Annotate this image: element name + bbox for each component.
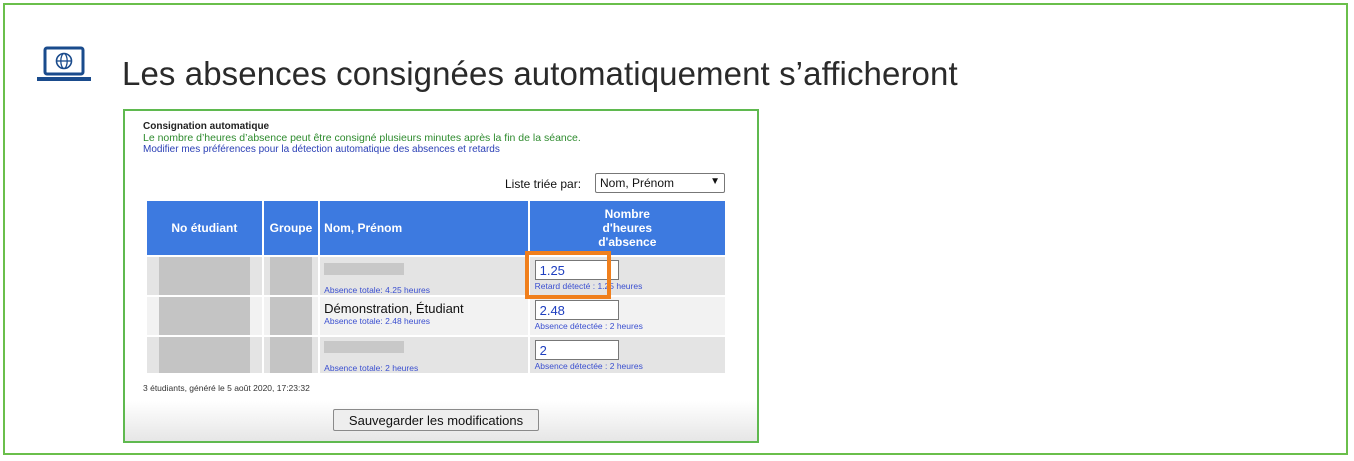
student-name: Démonstration, Étudiant <box>324 301 464 316</box>
preferences-link[interactable]: Modifier mes préférences pour la détecti… <box>143 144 500 155</box>
student-no-cell <box>147 297 262 335</box>
header-hours[interactable]: Nombre d'heures d'absence <box>529 201 725 255</box>
generation-footer: 3 étudiants, généré le 5 août 2020, 17:2… <box>143 383 310 393</box>
redacted-group <box>269 337 313 373</box>
header-student-no[interactable]: No étudiant <box>147 201 262 255</box>
sort-label: Liste triée par: <box>505 177 582 191</box>
detection-note: Retard détecté : 1.25 heures <box>534 281 643 291</box>
slide-heading: Les absences consignées automatiquement … <box>122 55 958 92</box>
hours-input[interactable] <box>534 260 619 280</box>
save-button[interactable]: Sauvegarder les modifications <box>333 409 539 431</box>
redacted-name <box>324 263 405 275</box>
redacted-student-no <box>159 257 250 295</box>
student-no-cell <box>147 337 262 373</box>
slide-frame: Les absences consignées automatiquement … <box>3 3 1348 455</box>
hours-cell: Absence détectée : 2 heures <box>529 337 725 373</box>
chevron-down-icon: ▼ <box>710 176 720 187</box>
redacted-student-no <box>159 297 250 335</box>
redacted-group <box>269 297 313 335</box>
detection-note: Absence détectée : 2 heures <box>534 321 643 331</box>
group-cell <box>263 337 319 373</box>
redacted-student-no <box>159 337 250 373</box>
laptop-globe-icon <box>37 46 91 81</box>
screenshot-panel: Consignation automatique Le nombre d’heu… <box>123 109 759 443</box>
redacted-name <box>324 341 405 353</box>
name-cell: Démonstration, Étudiant Absence totale: … <box>320 297 528 335</box>
hours-input[interactable] <box>534 340 619 360</box>
sort-selected-value: Nom, Prénom <box>600 176 675 190</box>
hours-input[interactable] <box>534 300 619 320</box>
absence-table: No étudiant Groupe Nom, Prénom Nombre d'… <box>145 199 727 375</box>
total-absence-link[interactable]: Absence totale: 2 heures <box>324 363 527 373</box>
name-cell: Absence totale: 2 heures <box>320 337 528 373</box>
group-cell <box>263 257 319 295</box>
name-cell: Absence totale: 4.25 heures <box>320 257 528 295</box>
detection-note: Absence détectée : 2 heures <box>534 361 643 371</box>
total-absence-link[interactable]: Absence totale: 2.48 heures <box>324 316 527 326</box>
redacted-group <box>269 257 313 295</box>
student-no-cell <box>147 257 262 295</box>
header-name[interactable]: Nom, Prénom <box>320 201 528 255</box>
sort-select[interactable]: Nom, Prénom ▼ <box>595 173 725 193</box>
section-title: Consignation automatique <box>143 121 270 132</box>
group-cell <box>263 297 319 335</box>
header-group[interactable]: Groupe <box>263 201 319 255</box>
table-row: Absence totale: 4.25 heures Retard détec… <box>147 257 725 295</box>
hours-cell: Absence détectée : 2 heures <box>529 297 725 335</box>
table-row: Démonstration, Étudiant Absence totale: … <box>147 297 725 335</box>
table-row: Absence totale: 2 heures Absence détecté… <box>147 337 725 373</box>
hours-cell: Retard détecté : 1.25 heures <box>529 257 725 295</box>
total-absence-link[interactable]: Absence totale: 4.25 heures <box>324 285 527 295</box>
section-description: Le nombre d’heures d’absence peut être c… <box>143 132 581 144</box>
